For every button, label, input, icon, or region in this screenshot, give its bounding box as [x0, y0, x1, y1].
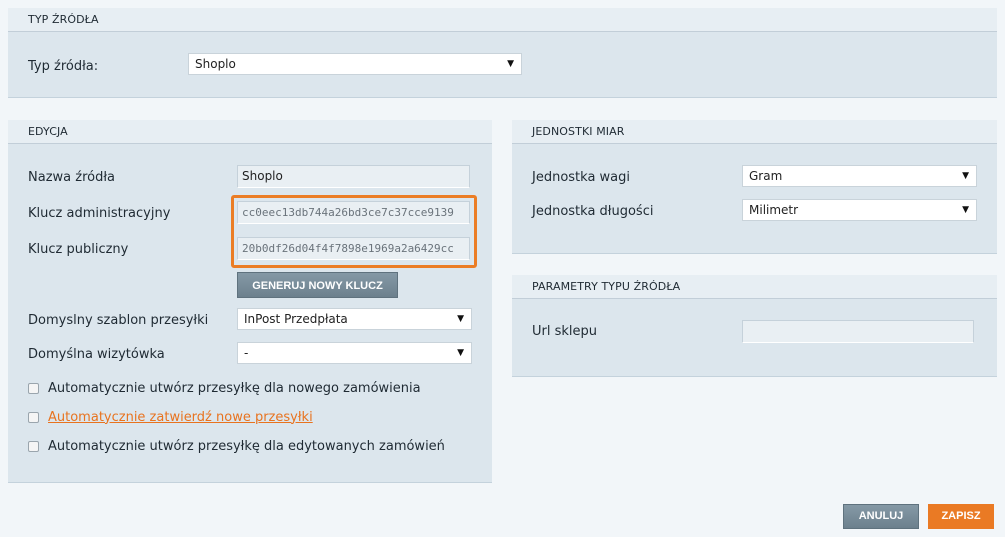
auto-create-new-order-label: Automatycznie utwórz przesyłkę dla noweg… — [48, 380, 421, 396]
weight-unit-label: Jednostka wagi — [532, 170, 631, 185]
edit-panel: EDYCJA Nazwa źródła Shoplo Klucz adminis… — [8, 120, 492, 483]
source-name-input[interactable]: Shoplo — [237, 165, 470, 188]
cancel-button[interactable]: ANULUJ — [843, 504, 919, 529]
auto-create-new-order-checkbox[interactable] — [28, 382, 39, 394]
weight-unit-selected-value: Gram — [749, 169, 783, 183]
keys-highlight-frame — [231, 195, 477, 268]
source-params-panel-header: PARAMETRY TYPU ŹRÓDŁA — [512, 275, 997, 299]
chevron-down-icon: ▼ — [457, 348, 464, 358]
length-unit-label: Jednostka długości — [532, 204, 654, 219]
shop-url-input[interactable] — [742, 320, 974, 343]
business-card-label: Domyślna wizytówka — [28, 347, 165, 362]
public-key-label: Klucz publiczny — [28, 242, 129, 257]
auto-create-edited-order-checkbox[interactable] — [28, 440, 39, 452]
auto-approve-shipments-option[interactable]: Automatycznie zatwierdź nowe przesyłki — [28, 409, 313, 425]
source-type-selected-value: Shoplo — [195, 57, 236, 71]
chevron-down-icon: ▼ — [962, 171, 969, 181]
generate-key-button[interactable]: GENERUJ NOWY KLUCZ — [237, 272, 398, 298]
shipment-template-label: Domyslny szablon przesyłki — [28, 313, 209, 328]
source-name-label: Nazwa źródła — [28, 170, 115, 185]
auto-approve-shipments-link[interactable]: Automatycznie zatwierdź nowe przesyłki — [48, 410, 313, 425]
auto-approve-shipments-checkbox[interactable] — [28, 411, 39, 423]
chevron-down-icon: ▼ — [457, 314, 464, 324]
length-unit-select[interactable]: Milimetr ▼ — [742, 199, 977, 221]
shipment-template-selected-value: InPost Przedpłata — [244, 312, 348, 326]
units-panel-header: JEDNOSTKI MIAR — [512, 120, 997, 144]
admin-key-label: Klucz administracyjny — [28, 206, 171, 221]
shipment-template-select[interactable]: InPost Przedpłata ▼ — [237, 308, 472, 330]
chevron-down-icon: ▼ — [507, 59, 514, 69]
edit-panel-header: EDYCJA — [8, 120, 492, 144]
chevron-down-icon: ▼ — [962, 205, 969, 215]
source-type-panel-header: TYP ŹRÓDŁA — [8, 8, 997, 32]
business-card-select[interactable]: - ▼ — [237, 342, 472, 364]
weight-unit-select[interactable]: Gram ▼ — [742, 165, 977, 187]
save-button[interactable]: ZAPISZ — [928, 504, 994, 529]
source-type-select[interactable]: Shoplo ▼ — [188, 53, 522, 75]
auto-create-edited-order-option[interactable]: Automatycznie utwórz przesyłkę dla edyto… — [28, 438, 445, 454]
auto-create-edited-order-label: Automatycznie utwórz przesyłkę dla edyto… — [48, 438, 445, 454]
auto-create-new-order-option[interactable]: Automatycznie utwórz przesyłkę dla noweg… — [28, 380, 421, 396]
source-type-label: Typ źródła: — [28, 59, 99, 74]
shop-url-label: Url sklepu — [532, 324, 598, 339]
source-params-panel: PARAMETRY TYPU ŹRÓDŁA Url sklepu — [512, 275, 997, 377]
source-type-panel: TYP ŹRÓDŁA Typ źródła: Shoplo ▼ — [8, 8, 997, 98]
length-unit-selected-value: Milimetr — [749, 203, 799, 217]
units-panel: JEDNOSTKI MIAR Jednostka wagi Gram ▼ Jed… — [512, 120, 997, 254]
business-card-selected-value: - — [244, 346, 249, 360]
